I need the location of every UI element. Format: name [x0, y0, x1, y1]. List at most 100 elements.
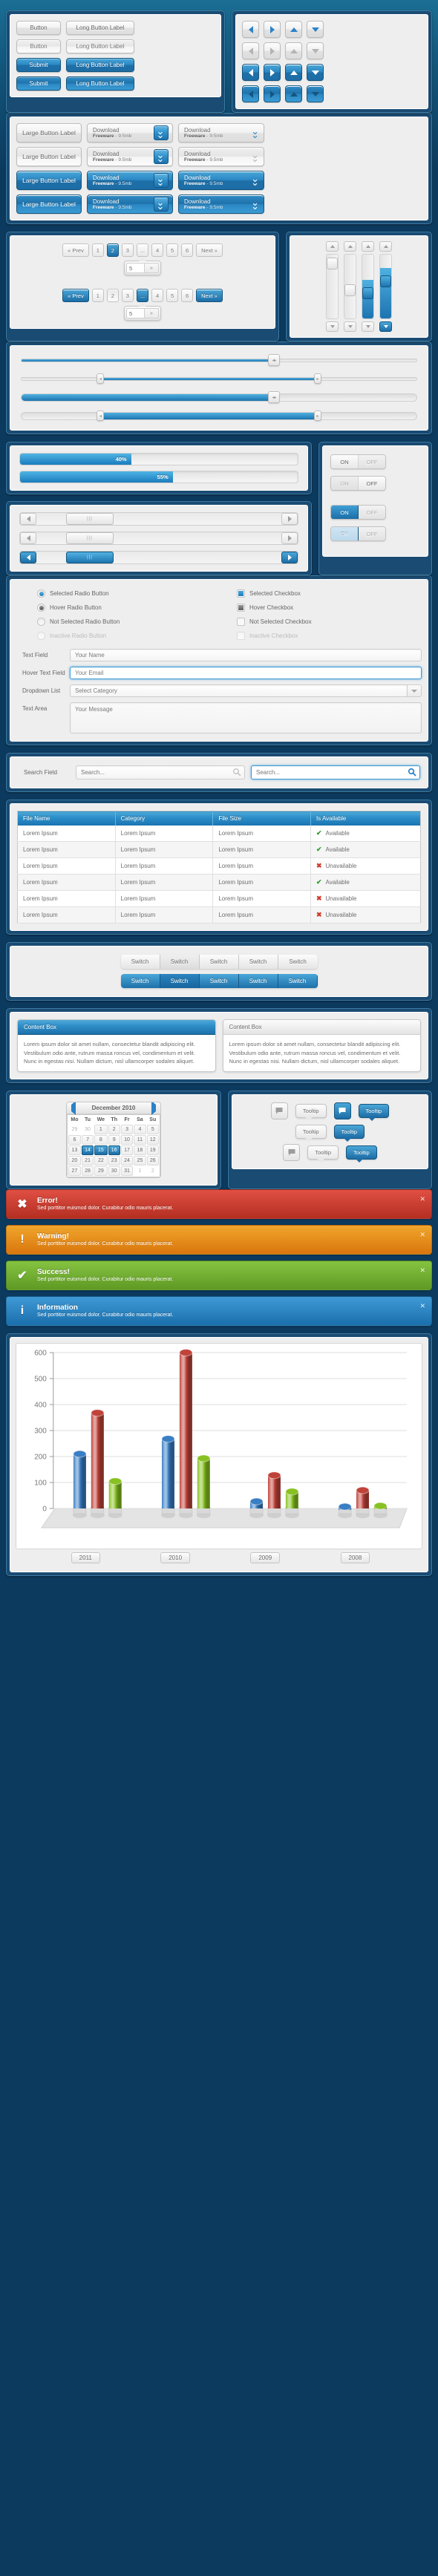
vertical-scrollbar-1[interactable] — [326, 241, 339, 332]
scroll-right-button-blue[interactable] — [281, 552, 298, 563]
button-long-blue[interactable]: Long Button Label — [66, 58, 134, 72]
pagination-page-6-b[interactable]: 6 — [181, 289, 194, 302]
scroll-up-button[interactable] — [362, 241, 374, 252]
arrow-left-button-disabled[interactable] — [242, 42, 259, 59]
pagination-page-1[interactable]: 1 — [91, 243, 104, 257]
arrow-left-button-blue-hover[interactable] — [242, 85, 259, 102]
download-button-boxed-hover[interactable]: Download Freeware - 9.5mb ⌄ ⌄ — [87, 147, 173, 166]
switch-segment-2[interactable]: Switch — [160, 955, 200, 969]
calendar-day[interactable]: 14 — [81, 1145, 94, 1155]
chart-category-label[interactable]: 2011 — [71, 1552, 100, 1563]
search-input[interactable] — [76, 765, 245, 779]
slider-handle-low-fat[interactable]: ◂ — [97, 411, 105, 421]
calendar-day[interactable]: 27 — [68, 1166, 81, 1176]
slider-handle-high-fat[interactable]: ▸ — [314, 411, 321, 421]
arrow-down-button[interactable] — [307, 21, 324, 38]
submit-button-hover[interactable]: Submit — [16, 76, 61, 91]
scroll-left-button[interactable] — [20, 513, 36, 525]
calendar-day[interactable]: 19 — [146, 1145, 159, 1155]
chart-category-label[interactable]: 2008 — [340, 1552, 370, 1563]
arrow-down-button-disabled[interactable] — [307, 42, 324, 59]
arrow-down-button-blue[interactable] — [307, 64, 324, 81]
button-hover[interactable]: Button — [16, 39, 61, 53]
slider-handle-high[interactable]: ▸ — [314, 373, 321, 384]
close-icon[interactable]: ✕ — [419, 1302, 425, 1310]
calendar-next-icon[interactable] — [151, 1102, 156, 1115]
download-button-plain-blue[interactable]: Download Freeware - 9.5mb ⌄ ⌄ — [178, 171, 264, 190]
calendar-day[interactable]: 25 — [134, 1155, 146, 1166]
tooltip-blue-2[interactable]: Tooltip — [333, 1124, 365, 1142]
calendar-day[interactable]: 15 — [94, 1145, 108, 1155]
scroll-left-button[interactable] — [20, 532, 36, 544]
scroll-up-button[interactable] — [326, 241, 339, 252]
calendar-day[interactable]: 13 — [68, 1145, 81, 1155]
large-button-hover[interactable]: Large Button Label — [16, 147, 82, 166]
table-row[interactable]: Lorem Ipsum Lorem Ipsum Lorem Ipsum ✔ Availa… — [17, 874, 421, 891]
calendar-day[interactable]: 12 — [146, 1134, 159, 1145]
tooltip-blue-3[interactable]: Tooltip — [346, 1145, 377, 1163]
radio-icon[interactable] — [37, 604, 45, 612]
arrow-up-button-disabled[interactable] — [285, 42, 302, 59]
download-button-plain-hover[interactable]: Download Freeware - 9.5mb ⌄ ⌄ — [178, 147, 264, 166]
pagination-ellipsis[interactable]: ... — [136, 243, 149, 257]
column-header-is-available[interactable]: Is Available — [310, 811, 421, 826]
search-icon[interactable] — [408, 768, 416, 777]
calendar-day[interactable]: 31 — [120, 1166, 134, 1176]
scroll-up-button[interactable] — [379, 241, 392, 252]
calendar-day[interactable]: 4 — [134, 1124, 146, 1134]
tooltip-grey-2[interactable]: Tooltip — [295, 1124, 327, 1142]
slider-handle[interactable]: ◂▸ — [268, 354, 281, 366]
tooltip-trigger-icon-blue[interactable] — [333, 1102, 351, 1119]
calendar-day[interactable]: 24 — [120, 1155, 134, 1166]
radio-option-unselected[interactable]: Not Selected Radio Button — [37, 615, 222, 628]
radio-icon[interactable] — [37, 589, 45, 598]
button-long-blue-hover[interactable]: Long Button Label — [66, 76, 134, 91]
download-button-boxed-blue-hover[interactable]: Download Freeware - 9.5mb ⌄ ⌄ — [87, 194, 173, 214]
scroll-up-button[interactable] — [344, 241, 356, 252]
pagination-page-2[interactable]: 2 — [106, 243, 119, 257]
slider-handle-fat[interactable]: ◂▸ — [268, 391, 281, 403]
dropdown-value[interactable] — [70, 684, 407, 697]
arrow-down-button-blue-hover[interactable] — [307, 85, 324, 102]
calendar-day[interactable]: 1 — [94, 1124, 108, 1134]
checkbox-icon[interactable] — [237, 604, 245, 612]
checkbox-option-hover[interactable]: Hover Checkbox — [237, 601, 422, 614]
pagination-page-3[interactable]: 3 — [121, 243, 134, 257]
calendar-day[interactable]: 5 — [146, 1124, 159, 1134]
download-button-boxed-blue[interactable]: Download Freeware - 9.5mb ⌄ ⌄ — [87, 171, 173, 190]
scroll-right-button[interactable] — [281, 532, 298, 544]
download-button-boxed[interactable]: Download Freeware - 9.5mb ⌄ ⌄ — [87, 123, 173, 143]
scroll-down-button[interactable] — [344, 321, 356, 332]
switch-segment-5[interactable]: Switch — [278, 955, 318, 969]
pagination-jump-go-2[interactable]: » — [144, 308, 159, 318]
pagination-prev-blue[interactable]: « Prev — [62, 289, 89, 302]
checkbox-option-selected[interactable]: Selected Checkbox — [237, 587, 422, 600]
pagination-next-blue[interactable]: Next » — [196, 289, 223, 302]
arrow-left-button-blue[interactable] — [242, 64, 259, 81]
text-field-input[interactable] — [70, 649, 422, 661]
pagination-jump-input[interactable] — [126, 263, 144, 273]
calendar-day[interactable]: 18 — [134, 1145, 146, 1155]
switch-segment-2[interactable]: Switch — [160, 974, 200, 988]
tooltip-trigger-icon-grey-2[interactable] — [283, 1143, 301, 1161]
calendar-day[interactable]: 20 — [68, 1155, 81, 1166]
button-long-hover[interactable]: Long Button Label — [66, 39, 134, 53]
table-row[interactable]: Lorem Ipsum Lorem Ipsum Lorem Ipsum ✖ Unavai… — [17, 857, 421, 875]
pagination-page-2-b[interactable]: 2 — [106, 289, 119, 302]
scroll-thumb[interactable]: ||| — [66, 532, 114, 544]
pagination-jump-input-2[interactable] — [126, 308, 144, 318]
pagination-page-5[interactable]: 5 — [166, 243, 179, 257]
scroll-down-button[interactable] — [326, 321, 339, 332]
h-scrollbar-3-blue[interactable]: ||| — [19, 551, 298, 564]
arrow-up-button-blue-hover[interactable] — [285, 85, 302, 102]
checkbox-icon[interactable] — [237, 618, 245, 626]
calendar-day[interactable]: 23 — [108, 1155, 120, 1166]
arrow-up-button[interactable] — [285, 21, 302, 38]
switch-segment-5[interactable]: Switch — [278, 974, 318, 988]
calendar-day[interactable]: 29 — [94, 1166, 108, 1176]
arrow-up-button-blue[interactable] — [285, 64, 302, 81]
search-input-focused[interactable] — [251, 765, 420, 779]
pagination-page-5-b[interactable]: 5 — [166, 289, 179, 302]
pagination-prev[interactable]: « Prev — [62, 243, 89, 257]
calendar-day[interactable]: 6 — [68, 1134, 81, 1145]
